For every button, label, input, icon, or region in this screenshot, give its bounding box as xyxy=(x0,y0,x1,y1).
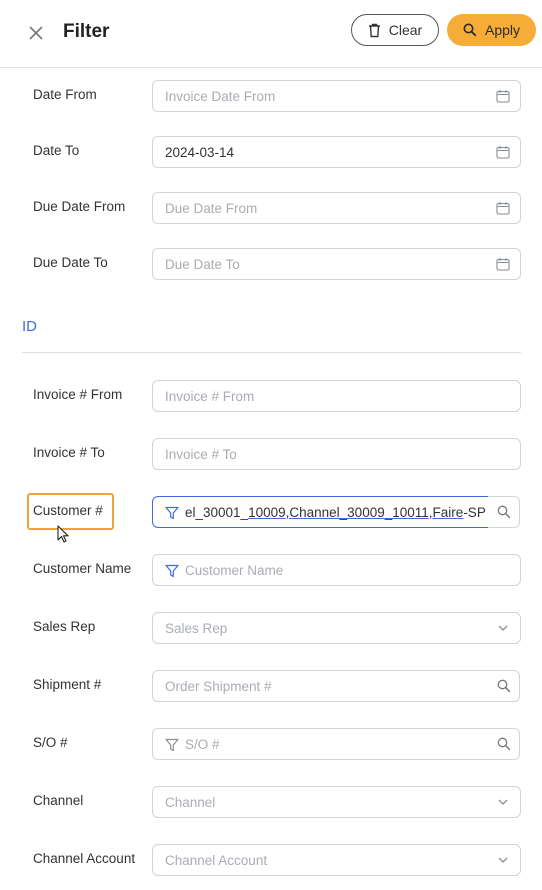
shipment-search-button[interactable] xyxy=(488,670,520,702)
invoice-to-row: Invoice # To Invoice # To xyxy=(0,438,542,470)
close-button[interactable] xyxy=(24,21,48,45)
customer-number-input[interactable]: el_30001_10009,Channel_30009_10011,Faire… xyxy=(152,496,489,528)
due-date-from-input[interactable]: Due Date From xyxy=(152,192,521,224)
so-label: S/O # xyxy=(33,735,68,750)
channel-placeholder: Channel xyxy=(165,795,216,810)
customer-number-label: Customer # xyxy=(33,503,103,518)
so-row: S/O # S/O # xyxy=(0,728,542,760)
sales-rep-row: Sales Rep Sales Rep xyxy=(0,612,542,644)
calendar-icon[interactable] xyxy=(496,145,510,159)
date-to-row: Date To 2024-03-14 xyxy=(0,136,542,168)
customer-name-row: Customer Name Customer Name xyxy=(0,554,542,586)
chevron-down-icon xyxy=(498,625,508,631)
sales-rep-label: Sales Rep xyxy=(33,619,96,634)
search-icon xyxy=(463,23,477,37)
channel-label: Channel xyxy=(33,793,84,808)
shipment-placeholder: Order Shipment # xyxy=(165,679,272,694)
customer-name-label: Customer Name xyxy=(33,561,132,576)
due-date-to-input[interactable]: Due Date To xyxy=(152,248,521,280)
shipment-label: Shipment # xyxy=(33,677,102,692)
channel-account-label: Channel Account xyxy=(33,851,136,866)
calendar-icon[interactable] xyxy=(496,201,510,215)
channel-row: Channel Channel xyxy=(0,786,542,818)
shipment-input[interactable]: Order Shipment # xyxy=(152,670,489,702)
due-date-to-placeholder: Due Date To xyxy=(165,257,240,272)
due-date-from-row: Due Date From Due Date From xyxy=(0,192,542,224)
customer-number-row: Customer # el_30001_10009,Channel_30009_… xyxy=(0,496,542,528)
so-input[interactable]: S/O # xyxy=(152,728,489,760)
date-to-input[interactable]: 2024-03-14 xyxy=(152,136,521,168)
customer-search-button[interactable] xyxy=(488,496,520,528)
customer-name-placeholder: Customer Name xyxy=(185,563,284,578)
trash-icon xyxy=(368,23,380,37)
invoice-from-input[interactable]: Invoice # From xyxy=(152,380,521,412)
customer-number-value: el_30001_10009,Channel_30009_10011,Faire… xyxy=(185,505,486,520)
channel-account-select[interactable]: Channel Account xyxy=(152,844,521,876)
filter-header: Filter Clear Apply xyxy=(0,0,542,68)
sales-rep-placeholder: Sales Rep xyxy=(165,621,228,636)
calendar-icon[interactable] xyxy=(496,89,510,103)
apply-label: Apply xyxy=(484,22,521,38)
filter-icon[interactable] xyxy=(165,738,179,752)
due-date-from-label: Due Date From xyxy=(33,199,126,214)
apply-button[interactable]: Apply xyxy=(447,14,536,46)
so-search-button[interactable] xyxy=(488,728,520,760)
filter-icon[interactable] xyxy=(165,506,179,520)
shipment-row: Shipment # Order Shipment # xyxy=(0,670,542,702)
section-divider xyxy=(22,352,521,353)
due-date-to-label: Due Date To xyxy=(33,255,108,270)
invoice-from-label: Invoice # From xyxy=(33,387,123,402)
invoice-from-placeholder: Invoice # From xyxy=(165,389,255,404)
close-icon xyxy=(29,26,43,40)
filter-icon[interactable] xyxy=(165,564,179,578)
date-to-value: 2024-03-14 xyxy=(165,145,235,160)
chevron-down-icon xyxy=(498,857,508,863)
search-icon xyxy=(497,737,510,751)
invoice-to-placeholder: Invoice # To xyxy=(165,447,237,462)
date-from-input[interactable]: Invoice Date From xyxy=(152,80,521,112)
channel-account-row: Channel Account Channel Account xyxy=(0,844,542,876)
channel-select[interactable]: Channel xyxy=(152,786,521,818)
due-date-from-placeholder: Due Date From xyxy=(165,201,258,216)
date-from-row: Date From Invoice Date From xyxy=(0,80,542,112)
due-date-to-row: Due Date To Due Date To xyxy=(0,248,542,280)
date-from-placeholder: Invoice Date From xyxy=(165,89,276,104)
chevron-down-icon xyxy=(498,799,508,805)
id-section-title: ID xyxy=(22,318,37,335)
invoice-to-label: Invoice # To xyxy=(33,445,105,460)
search-icon xyxy=(497,679,510,693)
clear-button[interactable]: Clear xyxy=(351,14,439,46)
customer-name-input[interactable]: Customer Name xyxy=(152,554,521,586)
sales-rep-select[interactable]: Sales Rep xyxy=(152,612,521,644)
clear-label: Clear xyxy=(388,22,423,38)
page-title: Filter xyxy=(63,21,110,42)
invoice-to-input[interactable]: Invoice # To xyxy=(152,438,521,470)
mouse-cursor-icon xyxy=(57,525,69,543)
invoice-from-row: Invoice # From Invoice # From xyxy=(0,380,542,412)
date-from-label: Date From xyxy=(33,87,97,102)
search-icon xyxy=(497,505,510,519)
calendar-icon[interactable] xyxy=(496,257,510,271)
date-to-label: Date To xyxy=(33,143,80,158)
so-placeholder: S/O # xyxy=(185,737,220,752)
channel-account-placeholder: Channel Account xyxy=(165,853,268,868)
